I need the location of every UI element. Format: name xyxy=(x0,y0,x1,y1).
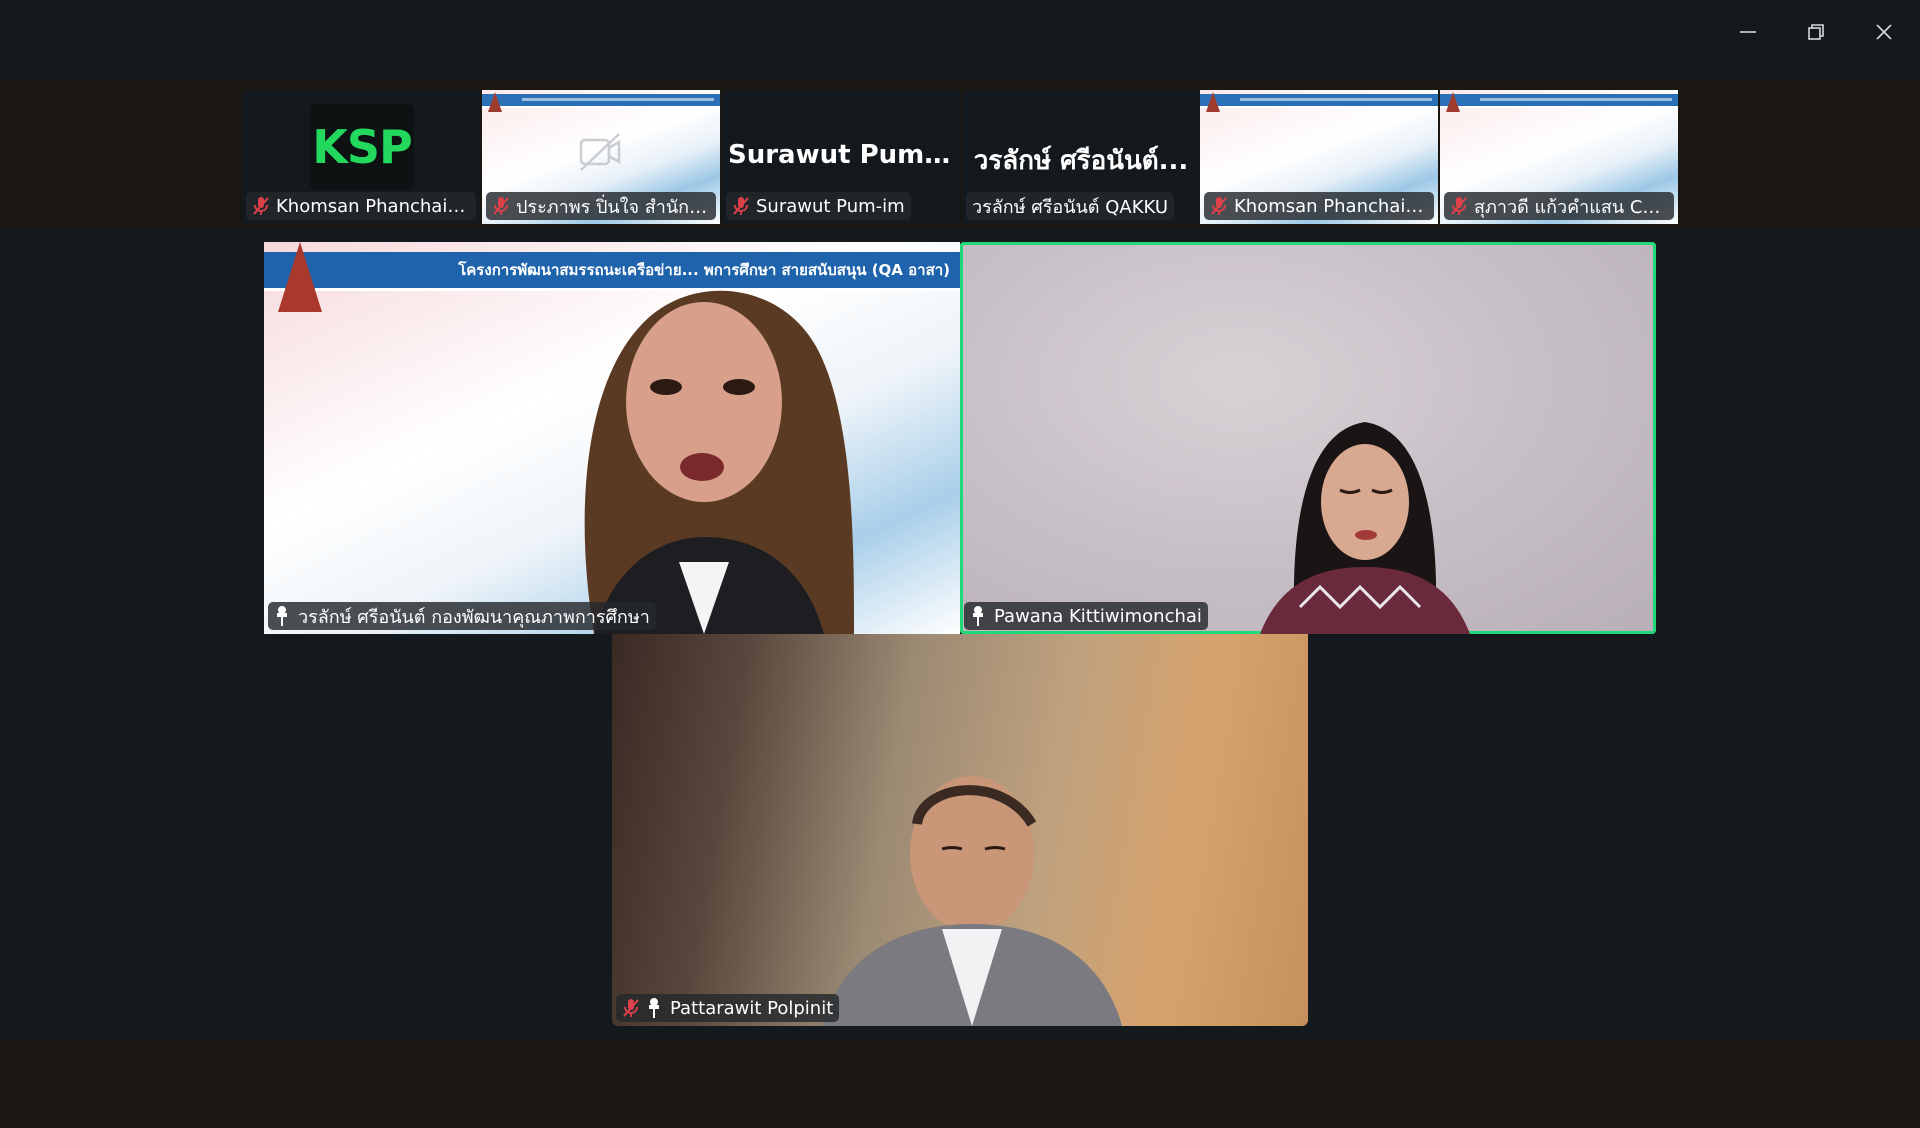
participant-display-name: วรลักษ์ ศรีอนันต์... xyxy=(973,146,1189,176)
participant-name-tag: วรลักษ์ ศรีอนันต์ กองพัฒนาคุณภาพการศึกษา xyxy=(268,602,656,630)
video-tile-active-speaker[interactable]: Pawana Kittiwimonchai xyxy=(960,242,1656,634)
close-icon[interactable] xyxy=(1862,10,1906,54)
mic-muted-icon xyxy=(622,998,640,1018)
video-off-icon xyxy=(579,133,621,171)
participant-name: Surawut Pum-im xyxy=(756,195,905,217)
participant-display-name: Surawut Pum-im xyxy=(728,140,960,170)
participant-name-tag: ประภาพร ปิ่นใจ สำนักบริก... xyxy=(486,192,716,220)
participant-video-figure xyxy=(1260,422,1470,634)
pin-icon xyxy=(649,998,659,1018)
participant-name: วรลักษ์ ศรีอนันต์ QAKKU xyxy=(972,196,1168,218)
participant-name: ประภาพร ปิ่นใจ สำนักบริก... xyxy=(516,196,710,218)
participant-name: Pawana Kittiwimonchai xyxy=(994,605,1202,627)
participant-thumbnail[interactable]: KSP Khomsan Phanchaiphet xyxy=(242,90,480,224)
mic-muted-icon xyxy=(1210,196,1228,216)
restore-icon[interactable] xyxy=(1794,10,1838,54)
university-logo xyxy=(1446,92,1460,112)
pin-icon xyxy=(277,606,287,626)
participant-name: Pattarawit Polpinit xyxy=(670,997,834,1019)
participant-name-tag: Surawut Pum-im xyxy=(726,192,911,220)
participant-name: Khomsan Phanchaiphet xyxy=(276,195,470,217)
participant-name-tag: Pawana Kittiwimonchai xyxy=(964,602,1208,630)
university-logo xyxy=(488,92,502,112)
participant-thumbnail[interactable]: Khomsan Phanchaiphet xyxy=(1200,90,1438,224)
participant-name-tag: สุภาวดี แก้วคำแสน COLA ... xyxy=(1444,192,1674,220)
participant-thumbnail[interactable]: วรลักษ์ ศรีอนันต์... วรลักษ์ ศรีอนันต์ Q… xyxy=(962,90,1200,224)
title-bar xyxy=(0,0,1920,78)
participant-name-tag: Khomsan Phanchaiphet xyxy=(246,192,476,220)
participant-thumbnail[interactable]: Surawut Pum-im Surawut Pum-im xyxy=(722,90,960,224)
pin-icon xyxy=(973,606,983,626)
mic-muted-icon xyxy=(1450,196,1468,216)
slide-banner xyxy=(1200,94,1438,108)
video-tile[interactable]: Pattarawit Polpinit xyxy=(612,634,1308,1026)
video-tile-speaker[interactable]: โครงการพัฒนาสมรรถนะเครือข่าย... พการศึกษ… xyxy=(264,242,960,634)
participant-video-figure xyxy=(584,290,854,634)
participant-avatar-logo: KSP xyxy=(310,104,414,190)
minimize-icon[interactable] xyxy=(1726,10,1770,54)
participant-name-tag: Khomsan Phanchaiphet xyxy=(1204,192,1434,220)
bottom-bar xyxy=(0,1040,1920,1128)
participant-thumbnail[interactable]: ประภาพร ปิ่นใจ สำนักบริก... xyxy=(482,90,720,224)
participant-name-tag: Pattarawit Polpinit xyxy=(616,994,840,1022)
university-logo xyxy=(278,242,322,312)
slide-banner xyxy=(482,94,720,108)
university-logo xyxy=(1206,92,1220,112)
participant-name-tag: วรลักษ์ ศรีอนันต์ QAKKU xyxy=(966,192,1174,220)
participant-name: Khomsan Phanchaiphet xyxy=(1234,195,1428,217)
mic-muted-icon xyxy=(492,196,510,216)
mic-muted-icon xyxy=(732,196,750,216)
participant-name: สุภาวดี แก้วคำแสน COLA ... xyxy=(1474,196,1668,218)
participant-video-figure xyxy=(822,776,1122,1026)
participant-name: วรลักษ์ ศรีอนันต์ กองพัฒนาคุณภาพการศึกษา xyxy=(298,606,650,628)
mic-muted-icon xyxy=(252,196,270,216)
participant-thumbnail[interactable]: สุภาวดี แก้วคำแสน COLA ... xyxy=(1440,90,1678,224)
slide-banner xyxy=(1440,94,1678,108)
